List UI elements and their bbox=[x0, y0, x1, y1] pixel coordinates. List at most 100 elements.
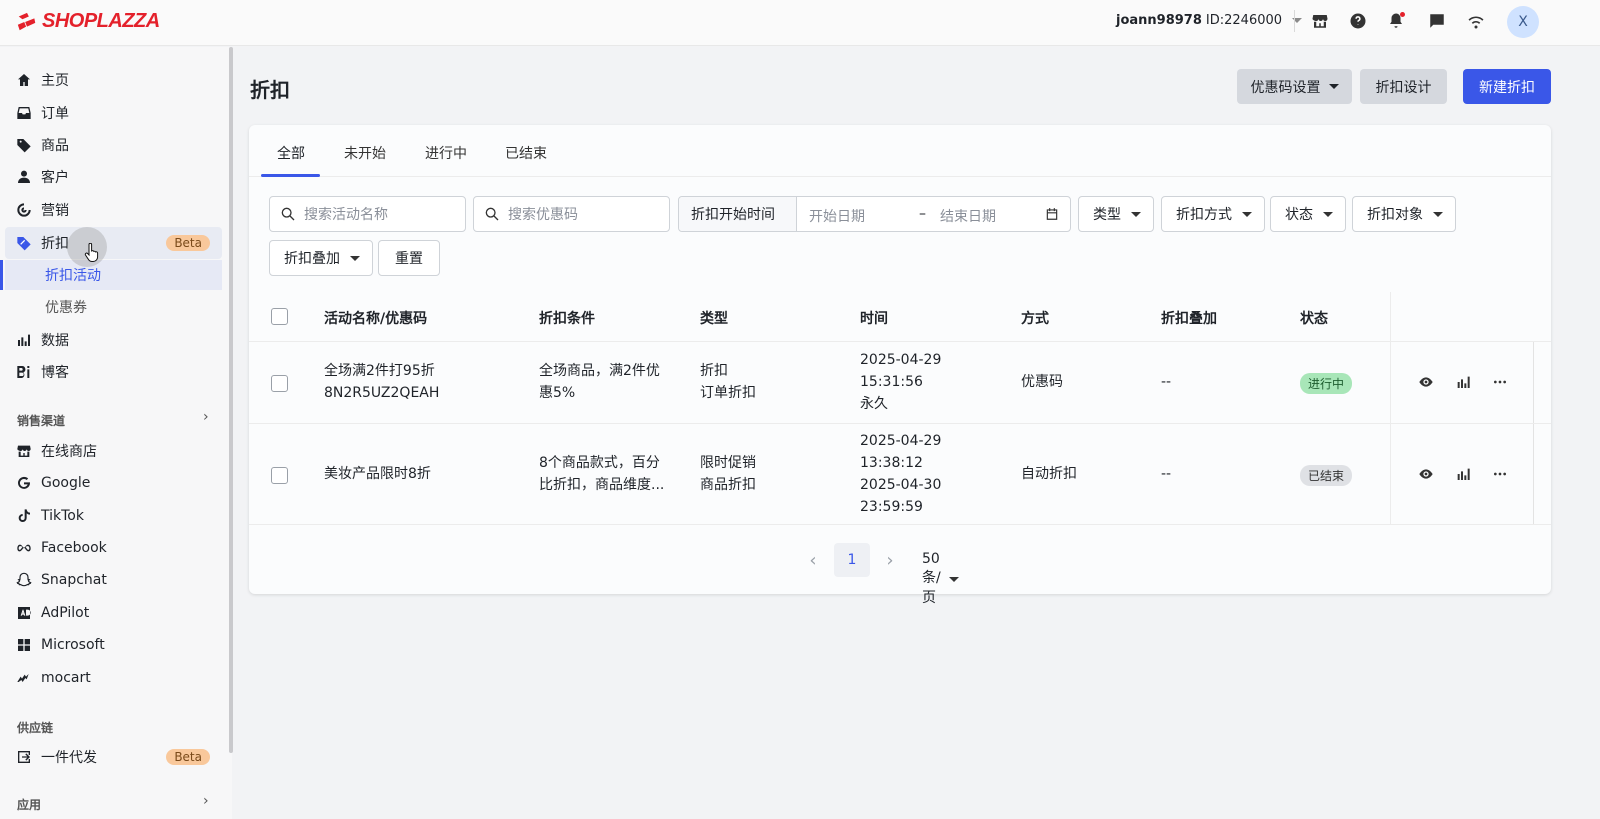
sidebar-item-google[interactable]: Google bbox=[0, 467, 222, 499]
sidebar-item-analytics[interactable]: 数据 bbox=[0, 324, 222, 356]
eye-icon[interactable] bbox=[1417, 465, 1435, 483]
help-icon[interactable] bbox=[1348, 11, 1368, 31]
wifi-icon[interactable] bbox=[1466, 11, 1486, 31]
eye-icon[interactable] bbox=[1417, 373, 1435, 391]
sidebar-scrollbar[interactable] bbox=[229, 47, 233, 753]
more-icon[interactable] bbox=[1491, 373, 1509, 391]
chevron-left-icon[interactable]: ‹ bbox=[795, 543, 831, 577]
beta-badge: Beta bbox=[166, 749, 210, 765]
chevron-right-icon[interactable]: › bbox=[872, 543, 908, 577]
reset-button[interactable]: 重置 bbox=[378, 240, 440, 276]
coupon-settings-button[interactable]: 优惠码设置 bbox=[1237, 69, 1352, 104]
row-checkbox[interactable] bbox=[271, 375, 288, 392]
sidebar: 主页 订单 商品 客户 营销 折扣 Beta 折扣活动 优惠券 数据 博客 销售… bbox=[0, 47, 233, 819]
brand-logo[interactable]: SHOPLAZZA bbox=[16, 10, 160, 33]
caret-down-icon bbox=[1242, 211, 1252, 217]
tab-all[interactable]: 全部 bbox=[277, 143, 305, 163]
blog-icon bbox=[15, 363, 33, 381]
status-filter[interactable]: 状态 bbox=[1270, 196, 1346, 232]
sidebar-item-label: 博客 bbox=[41, 365, 69, 381]
type-filter[interactable]: 类型 bbox=[1078, 196, 1154, 232]
stacking-cell: -- bbox=[1161, 466, 1172, 482]
search-name-input[interactable]: 搜索活动名称 bbox=[269, 196, 466, 232]
chevron-right-icon[interactable]: › bbox=[203, 793, 209, 809]
new-discount-button[interactable]: 新建折扣 bbox=[1463, 69, 1551, 104]
condition-line: 惠5% bbox=[539, 385, 576, 401]
dropship-icon bbox=[15, 748, 33, 766]
chevron-right-icon[interactable]: › bbox=[203, 409, 209, 425]
sidebar-item-home[interactable]: 主页 bbox=[0, 64, 222, 96]
calendar-icon[interactable] bbox=[1045, 207, 1059, 221]
snapchat-icon bbox=[15, 571, 33, 589]
mocart-icon bbox=[15, 669, 33, 687]
sidebar-item-customers[interactable]: 客户 bbox=[0, 161, 222, 193]
campaign-name-cell[interactable]: 全场满2件打95折 8N2R5UZ2QEAH bbox=[324, 360, 439, 404]
time-cell: 2025-04-29 13:38:12 2025-04-30 23:59:59 bbox=[860, 430, 941, 518]
condition-cell: 8个商品款式，百分 比折扣，商品维度... bbox=[539, 452, 664, 496]
sidebar-item-products[interactable]: 商品 bbox=[0, 129, 222, 161]
sidebar-item-marketing[interactable]: 营销 bbox=[0, 194, 222, 226]
section-sales-channels: 销售渠道 bbox=[17, 414, 66, 428]
caret-down-icon bbox=[948, 576, 959, 582]
sidebar-item-blog[interactable]: 博客 bbox=[0, 356, 222, 388]
store-icon[interactable] bbox=[1310, 11, 1330, 31]
meta-icon bbox=[15, 539, 33, 557]
bar-chart-icon[interactable] bbox=[1454, 373, 1472, 391]
sidebar-item-snapchat[interactable]: Snapchat bbox=[0, 564, 222, 596]
search-icon bbox=[281, 207, 295, 221]
sidebar-item-microsoft[interactable]: Microsoft bbox=[0, 629, 222, 661]
divider bbox=[1294, 10, 1295, 32]
avatar[interactable]: X bbox=[1507, 6, 1539, 38]
sidebar-item-tiktok[interactable]: TikTok bbox=[0, 500, 222, 532]
section-apps: 应用 bbox=[17, 798, 42, 812]
search-placeholder: 搜索活动名称 bbox=[304, 207, 388, 223]
bell-icon[interactable] bbox=[1386, 11, 1406, 31]
target-filter[interactable]: 折扣对象 bbox=[1352, 196, 1456, 232]
table-row[interactable]: 美妆产品限时8折 8个商品款式，百分 比折扣，商品维度... 限时促销 商品折扣… bbox=[249, 424, 1551, 525]
page-number-button[interactable]: 1 bbox=[834, 543, 870, 577]
time-line: 23:59:59 bbox=[860, 499, 923, 515]
tab-in-progress[interactable]: 进行中 bbox=[425, 143, 467, 163]
start-date-field[interactable]: 开始日期 bbox=[809, 206, 865, 226]
tab-not-started[interactable]: 未开始 bbox=[344, 143, 386, 163]
bar-chart-icon[interactable] bbox=[1454, 465, 1472, 483]
sidebar-subitem-coupons[interactable]: 优惠券 bbox=[5, 292, 222, 322]
campaign-name: 全场满2件打95折 bbox=[324, 363, 435, 379]
search-coupon-input[interactable]: 搜索优惠码 bbox=[473, 196, 670, 232]
tab-ended[interactable]: 已结束 bbox=[505, 143, 547, 163]
sidebar-item-label: 客户 bbox=[41, 170, 69, 186]
condition-line: 全场商品，满2件优 bbox=[539, 363, 660, 379]
page-size-select[interactable]: 50 条/页 bbox=[922, 551, 959, 607]
discount-design-button[interactable]: 折扣设计 bbox=[1360, 69, 1447, 104]
account-switcher[interactable]: joann98978 ID:2246000 bbox=[1116, 13, 1303, 28]
stacking-filter[interactable]: 折扣叠加 bbox=[269, 240, 373, 276]
ad-icon bbox=[15, 604, 33, 622]
tag-icon bbox=[15, 136, 33, 154]
sidebar-item-label: mocart bbox=[41, 670, 91, 686]
status-badge: 进行中 bbox=[1300, 373, 1353, 394]
campaign-name-cell[interactable]: 美妆产品限时8折 bbox=[324, 463, 431, 485]
sidebar-item-orders[interactable]: 订单 bbox=[0, 97, 222, 129]
sidebar-item-mocart[interactable]: mocart bbox=[0, 662, 222, 694]
column-header: 时间 bbox=[860, 311, 888, 327]
date-range-picker[interactable]: 折扣开始时间 开始日期 – 结束日期 bbox=[678, 196, 1071, 232]
sidebar-item-discounts[interactable]: 折扣 Beta bbox=[5, 227, 222, 259]
sidebar-item-facebook[interactable]: Facebook bbox=[0, 532, 222, 564]
row-checkbox[interactable] bbox=[271, 467, 288, 484]
sidebar-item-dropshipping[interactable]: 一件代发 Beta bbox=[0, 741, 222, 773]
more-icon[interactable] bbox=[1491, 465, 1509, 483]
sidebar-item-label: TikTok bbox=[41, 508, 84, 524]
message-icon[interactable] bbox=[1427, 11, 1447, 31]
end-date-field[interactable]: 结束日期 bbox=[940, 206, 996, 226]
sidebar-item-online-store[interactable]: 在线商店 bbox=[0, 435, 222, 467]
condition-cell: 全场商品，满2件优 惠5% bbox=[539, 360, 660, 404]
method-filter[interactable]: 折扣方式 bbox=[1161, 196, 1265, 232]
table-header: 活动名称/优惠码 折扣条件 类型 时间 方式 折扣叠加 状态 bbox=[249, 292, 1551, 342]
notification-dot bbox=[1400, 12, 1405, 17]
sidebar-subitem-discount-campaigns[interactable]: 折扣活动 bbox=[0, 260, 222, 290]
section-supply-chain: 供应链 bbox=[17, 721, 54, 735]
table-row[interactable]: 全场满2件打95折 8N2R5UZ2QEAH 全场商品，满2件优 惠5% 折扣 … bbox=[249, 342, 1551, 424]
select-all-checkbox[interactable] bbox=[271, 308, 288, 325]
sidebar-item-adpilot[interactable]: AdPilot bbox=[0, 597, 222, 629]
column-header: 活动名称/优惠码 bbox=[324, 311, 428, 327]
